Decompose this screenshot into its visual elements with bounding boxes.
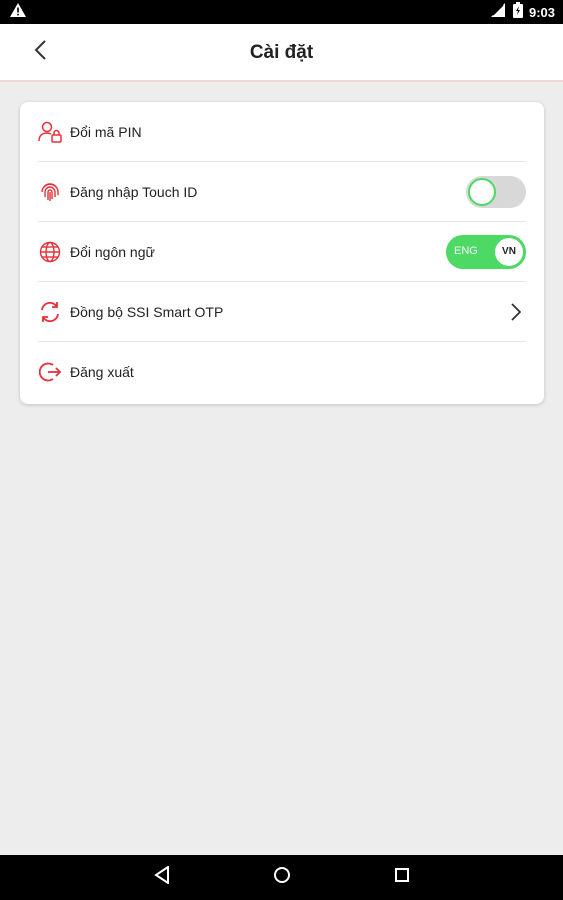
sync-otp-row[interactable]: Đồng bộ SSI Smart OTP (38, 282, 526, 342)
settings-card: Đổi mã PIN Đăng nhập Touch ID Đổi ngôn n… (20, 102, 544, 404)
signal-icon (490, 2, 507, 22)
back-triangle-icon (153, 865, 170, 889)
lang-option-eng: ENG (454, 244, 478, 257)
sync-otp-label: Đồng bộ SSI Smart OTP (70, 303, 224, 320)
language-row: Đổi ngôn ngữ ENG VN (38, 222, 526, 282)
lang-option-vn: VN (495, 237, 523, 266)
language-label: Đổi ngôn ngữ (70, 243, 155, 260)
nav-back-button[interactable] (147, 863, 177, 893)
status-bar: 9:03 (0, 0, 563, 24)
nav-recents-button[interactable] (387, 863, 417, 893)
status-time: 9:03 (528, 4, 555, 20)
chevron-right-icon (506, 302, 526, 322)
logout-row[interactable]: Đăng xuất (38, 342, 526, 402)
recents-square-icon (394, 867, 410, 888)
change-pin-label: Đổi mã PIN (70, 123, 142, 140)
warning-icon (10, 2, 26, 22)
toggle-knob (468, 177, 496, 206)
touch-id-row: Đăng nhập Touch ID (38, 162, 526, 222)
home-circle-icon (273, 866, 291, 889)
nav-home-button[interactable] (267, 863, 297, 893)
change-pin-row[interactable]: Đổi mã PIN (38, 102, 526, 162)
fingerprint-icon (38, 180, 62, 204)
logout-label: Đăng xuất (70, 364, 134, 380)
touch-id-label: Đăng nhập Touch ID (70, 183, 198, 200)
language-toggle[interactable]: ENG VN (446, 234, 526, 269)
logout-icon (38, 360, 62, 384)
globe-icon (38, 240, 62, 264)
sync-icon (38, 300, 62, 324)
user-lock-icon (38, 120, 62, 144)
app-bar: Cài đặt (0, 24, 563, 82)
battery-icon (512, 1, 523, 23)
touch-id-toggle[interactable] (466, 175, 526, 208)
status-indicators: 9:03 (490, 1, 555, 23)
navigation-bar (0, 855, 563, 900)
page-title: Cài đặt (249, 42, 314, 63)
